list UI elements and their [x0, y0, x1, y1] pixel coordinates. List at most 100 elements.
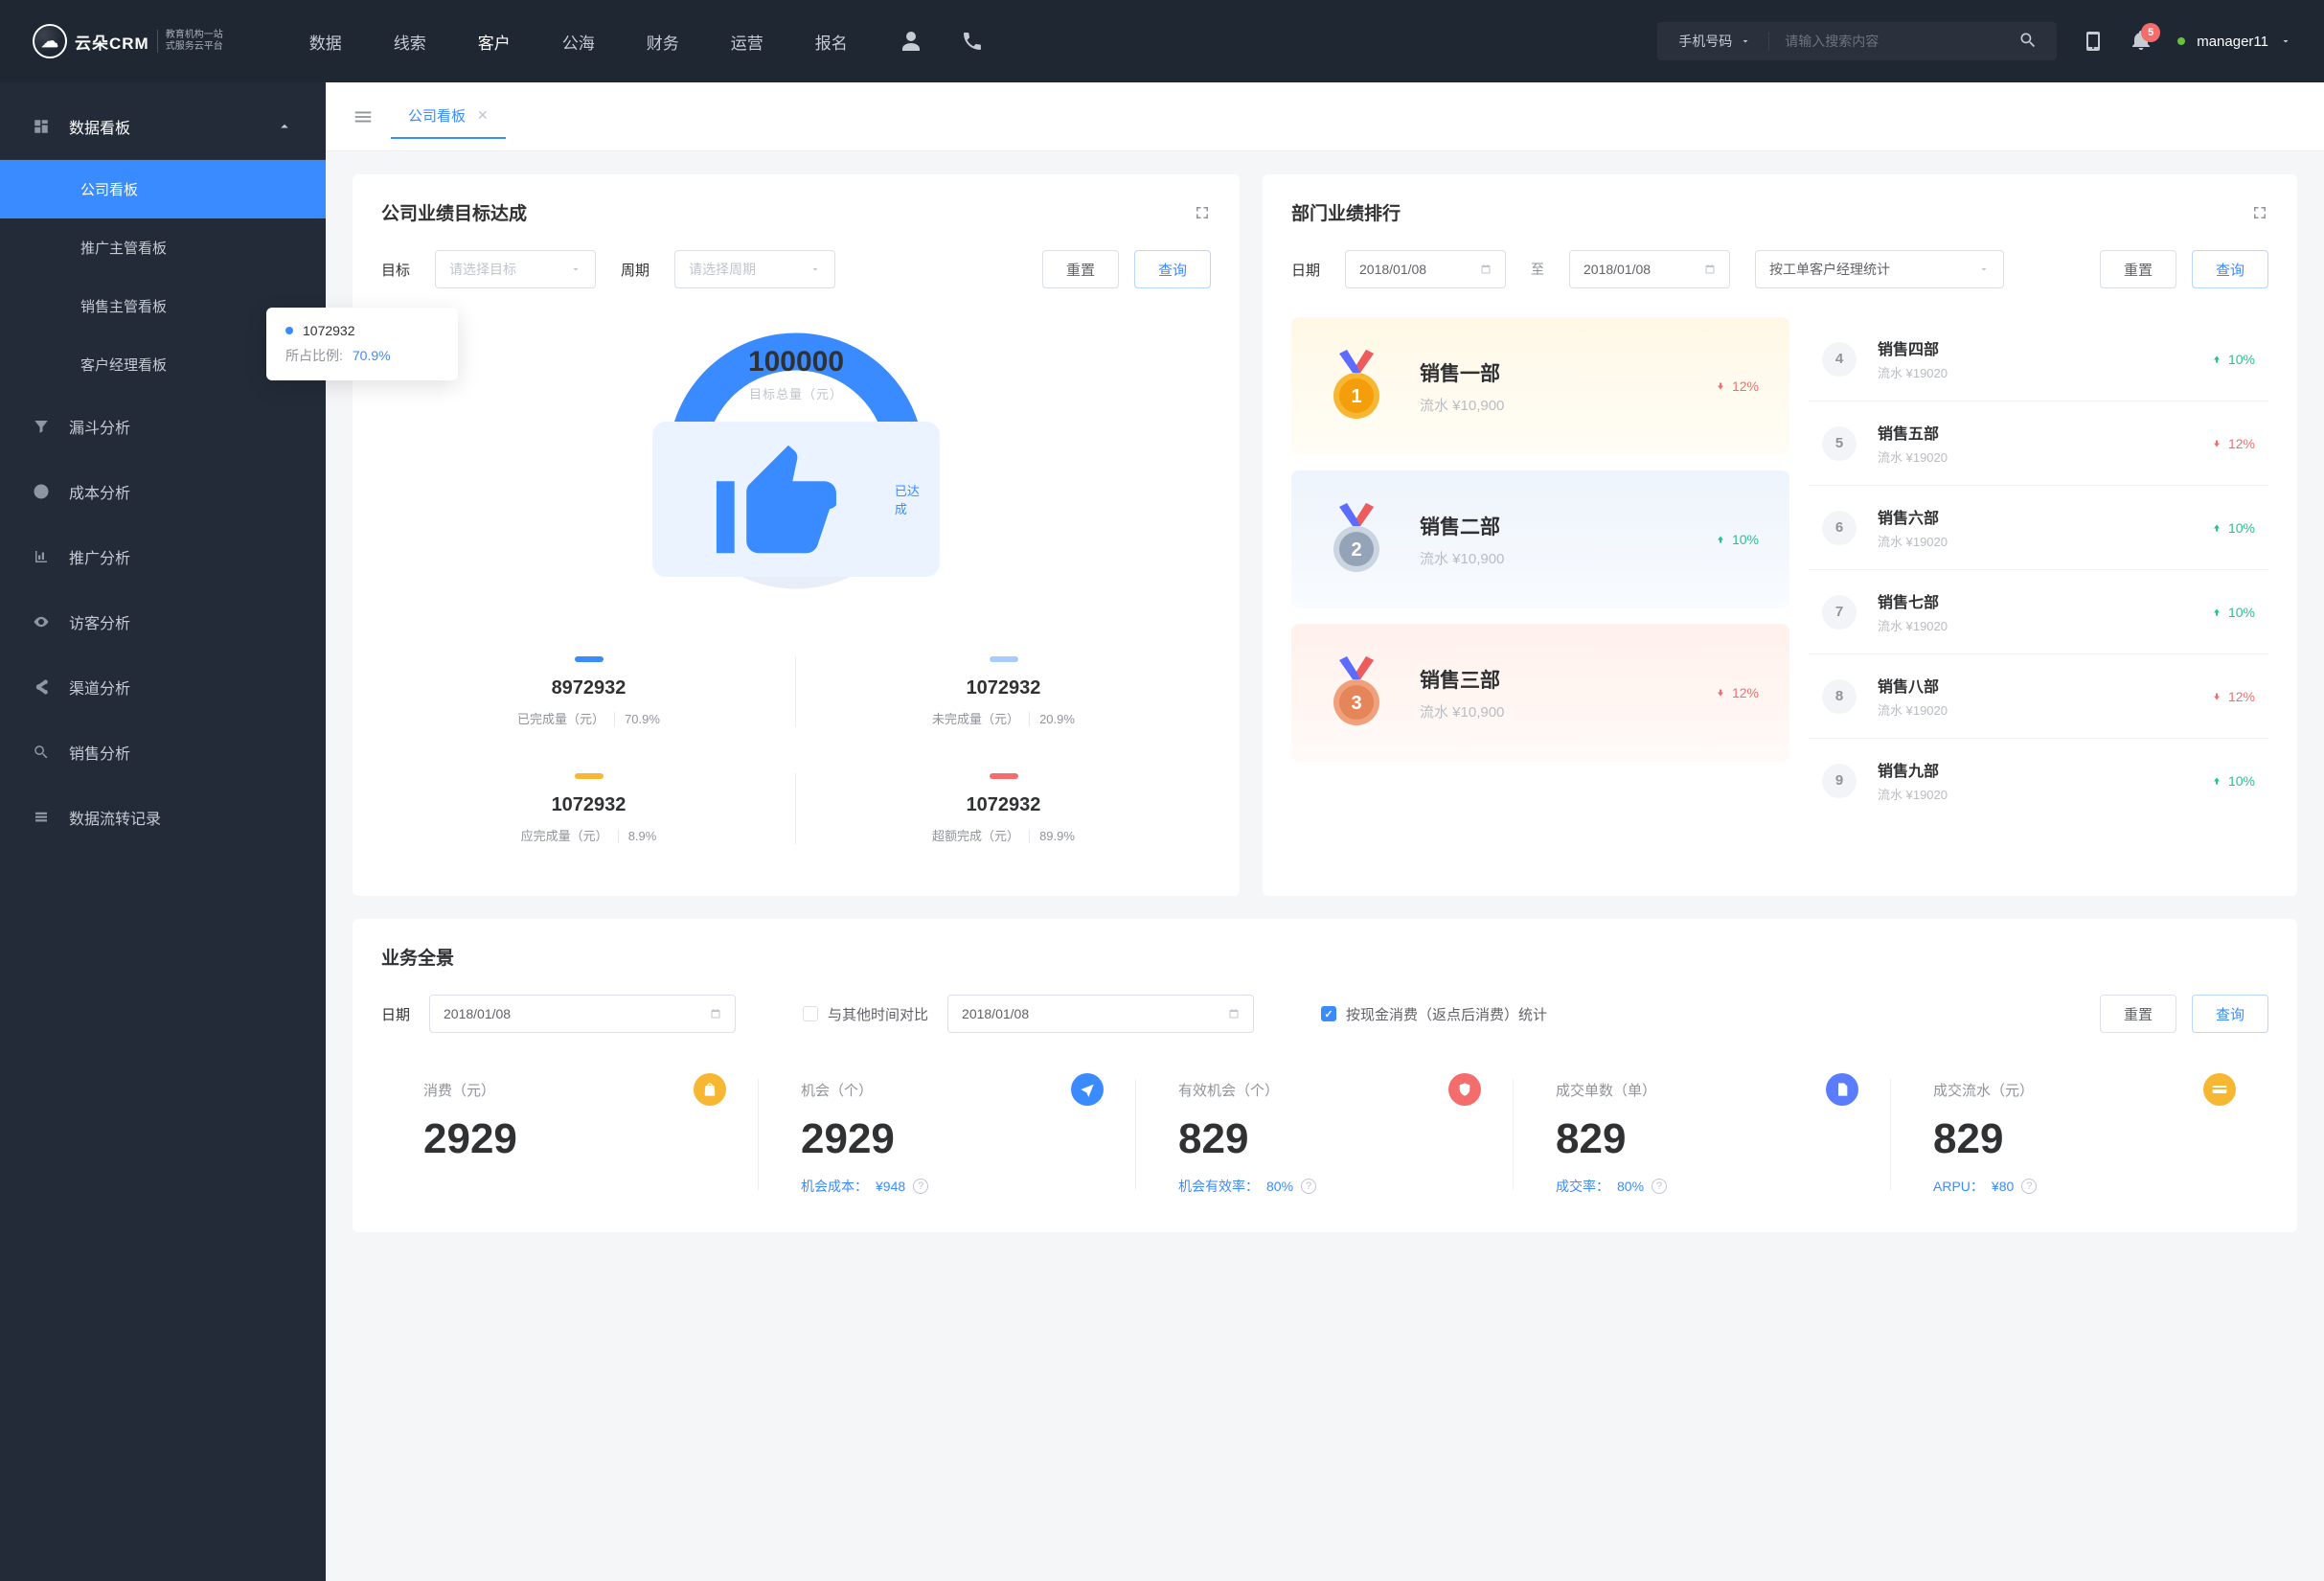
- device-icon[interactable]: [2082, 30, 2105, 53]
- metric-card: 有效机会（个） 829机会有效率：80%?: [1136, 1065, 1514, 1203]
- date-to[interactable]: 2018/01/08: [1569, 250, 1730, 288]
- podium-item[interactable]: 2 销售二部流水 ¥10,900 10%: [1291, 470, 1789, 608]
- close-icon[interactable]: ✕: [477, 107, 489, 124]
- trend-badge: 10%: [2211, 520, 2255, 536]
- metric-icon: [1071, 1073, 1104, 1106]
- sidebar-item[interactable]: 渠道分析: [0, 654, 326, 720]
- reset-button[interactable]: 重置: [1042, 250, 1119, 288]
- topnav: ☁ 云朵CRM 教育机构一站式服务云平台 数据 线索 客户 公海 财务 运营 报名 手机号码…: [0, 0, 2324, 82]
- phone-icon[interactable]: [961, 30, 984, 53]
- user-menu[interactable]: manager11: [2177, 34, 2291, 50]
- logo-icon: ☁: [33, 24, 67, 58]
- nav-link[interactable]: 运营: [731, 30, 763, 54]
- select-groupby[interactable]: 按工单客户经理统计: [1755, 250, 2004, 288]
- card-target: 公司业绩目标达成 目标 请选择目标 周期 请选择周期 重置 查询: [353, 174, 1240, 896]
- stat-item: 1072932应完成量（元）8.9%: [381, 750, 796, 867]
- query-button[interactable]: 查询: [2192, 995, 2268, 1033]
- sidebar-item[interactable]: 销售分析: [0, 720, 326, 785]
- help-icon[interactable]: ?: [2021, 1179, 2037, 1194]
- metric-icon: [1826, 1073, 1858, 1106]
- trend-badge: 12%: [1715, 685, 1759, 700]
- sidebar-icon: [33, 548, 50, 565]
- sidebar-item[interactable]: 公司看板: [0, 160, 326, 218]
- select-goal[interactable]: 请选择目标: [435, 250, 596, 288]
- rank-row[interactable]: 4 销售四部流水 ¥19020 10%: [1809, 317, 2268, 401]
- checkbox-cash[interactable]: 按现金消费（返点后消费）统计: [1321, 1004, 1547, 1024]
- rank-podium: 1 销售一部流水 ¥10,900 12% 2 销售二部流水 ¥10,900 10%…: [1291, 317, 1789, 822]
- tab-company-board[interactable]: 公司看板 ✕: [391, 95, 506, 139]
- sidebar-item[interactable]: 数据流转记录: [0, 785, 326, 850]
- date-picker[interactable]: 2018/01/08: [429, 995, 736, 1033]
- notification-icon[interactable]: 5: [2130, 29, 2153, 55]
- donut-chart: 100000 目标总量（元） 已达成: [652, 317, 940, 605]
- menu-icon[interactable]: [353, 106, 374, 127]
- notif-badge: 5: [2141, 23, 2160, 42]
- sidebar-icon: [33, 613, 50, 630]
- sidebar-icon: [33, 483, 50, 500]
- medal-icon: 1: [1322, 344, 1391, 428]
- rank-row[interactable]: 5 销售五部流水 ¥19020 12%: [1809, 401, 2268, 486]
- reset-button[interactable]: 重置: [2100, 995, 2176, 1033]
- nav-link[interactable]: 报名: [815, 30, 848, 54]
- sidebar-group-dashboard[interactable]: 数据看板: [0, 94, 326, 160]
- date-picker-compare[interactable]: 2018/01/08: [947, 995, 1254, 1033]
- rank-list: 4 销售四部流水 ¥19020 10%5 销售五部流水 ¥19020 12%6 …: [1809, 317, 2268, 822]
- stat-item: 8972932已完成量（元）70.9%: [381, 633, 796, 750]
- metric-card: 成交单数（单） 829成交率：80%?: [1514, 1065, 1891, 1203]
- query-button[interactable]: 查询: [1134, 250, 1211, 288]
- rank-number: 5: [1822, 426, 1857, 461]
- search-input[interactable]: [1769, 34, 1999, 49]
- medal-icon: 3: [1322, 651, 1391, 735]
- metric-icon: [1448, 1073, 1481, 1106]
- expand-icon[interactable]: [2251, 204, 2268, 221]
- target-stats: 8972932已完成量（元）70.9%1072932未完成量（元）20.9%10…: [381, 633, 1211, 867]
- help-icon[interactable]: ?: [1652, 1179, 1667, 1194]
- query-button[interactable]: 查询: [2192, 250, 2268, 288]
- nav-link[interactable]: 公海: [562, 30, 595, 54]
- rank-row[interactable]: 8 销售八部流水 ¥19020 12%: [1809, 654, 2268, 739]
- status-badge: 已达成: [652, 422, 940, 577]
- svg-text:3: 3: [1351, 693, 1361, 714]
- nav-link[interactable]: 客户: [478, 30, 511, 54]
- select-period[interactable]: 请选择周期: [674, 250, 835, 288]
- sidebar-item[interactable]: 访客分析: [0, 589, 326, 654]
- metric-icon: [2203, 1073, 2236, 1106]
- expand-icon[interactable]: [1194, 204, 1211, 221]
- rank-row[interactable]: 6 销售六部流水 ¥19020 10%: [1809, 486, 2268, 570]
- search-type-select[interactable]: 手机号码: [1657, 32, 1769, 51]
- rank-row[interactable]: 7 销售七部流水 ¥19020 10%: [1809, 570, 2268, 654]
- nav-link[interactable]: 线索: [394, 30, 426, 54]
- search-icon[interactable]: [1999, 31, 2057, 53]
- card-ranking: 部门业绩排行 日期 2018/01/08 至 2018/01/08 按工单客户经…: [1263, 174, 2297, 896]
- nav-link[interactable]: 数据: [309, 30, 342, 54]
- date-from[interactable]: 2018/01/08: [1345, 250, 1506, 288]
- medal-icon: 2: [1322, 497, 1391, 582]
- status-dot: [2177, 37, 2185, 45]
- user-icon[interactable]: [900, 30, 923, 53]
- logo[interactable]: ☁ 云朵CRM 教育机构一站式服务云平台: [33, 24, 223, 58]
- trend-badge: 12%: [1715, 378, 1759, 394]
- rank-number: 9: [1822, 764, 1857, 798]
- card-overview: 业务全景 日期 2018/01/08 与其他时间对比 2018/01/08 按现…: [353, 919, 2297, 1232]
- trend-badge: 10%: [1715, 532, 1759, 547]
- card-title: 部门业绩排行: [1291, 199, 1401, 225]
- sidebar-item[interactable]: 漏斗分析: [0, 394, 326, 459]
- brand-name: 云朵CRM: [75, 30, 149, 54]
- checkbox-compare[interactable]: 与其他时间对比: [803, 1004, 928, 1024]
- rank-row[interactable]: 9 销售九部流水 ¥19020 10%: [1809, 739, 2268, 822]
- stat-item: 1072932未完成量（元）20.9%: [796, 633, 1211, 750]
- podium-item[interactable]: 1 销售一部流水 ¥10,900 12%: [1291, 317, 1789, 455]
- help-icon[interactable]: ?: [913, 1179, 928, 1194]
- trend-badge: 10%: [2211, 605, 2255, 620]
- user-name: manager11: [2197, 34, 2268, 50]
- svg-text:2: 2: [1351, 539, 1361, 561]
- podium-item[interactable]: 3 销售三部流水 ¥10,900 12%: [1291, 624, 1789, 762]
- nav-link[interactable]: 财务: [647, 30, 679, 54]
- help-icon[interactable]: ?: [1301, 1179, 1316, 1194]
- searchbox: 手机号码: [1657, 22, 2057, 60]
- reset-button[interactable]: 重置: [2100, 250, 2176, 288]
- sidebar-item[interactable]: 成本分析: [0, 459, 326, 524]
- sidebar-item[interactable]: 推广主管看板: [0, 218, 326, 277]
- tabbar: 公司看板 ✕: [326, 82, 2324, 151]
- sidebar-item[interactable]: 推广分析: [0, 524, 326, 589]
